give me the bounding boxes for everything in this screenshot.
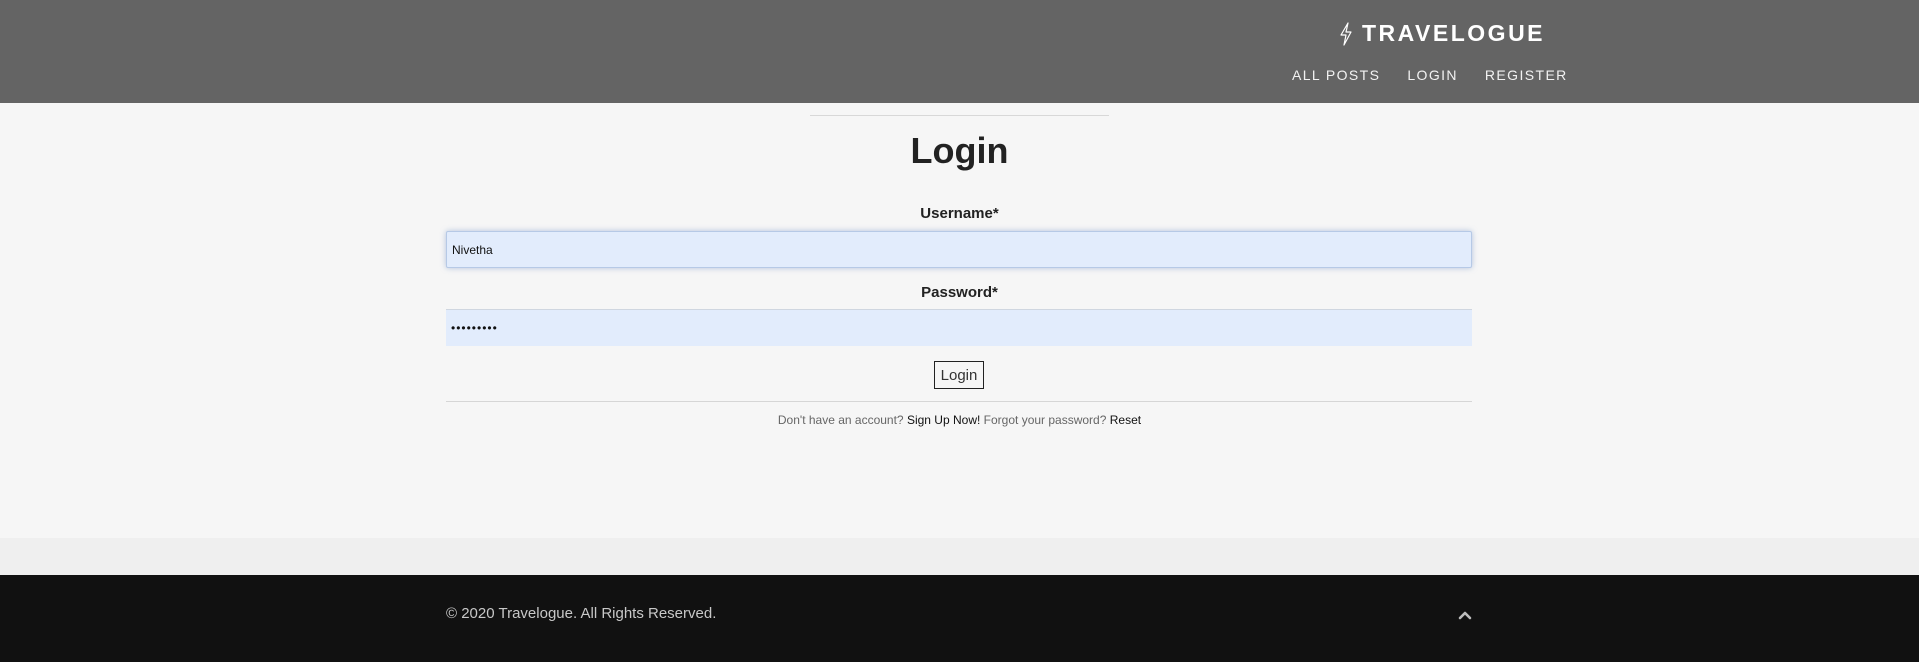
- reset-link[interactable]: Reset: [1110, 413, 1141, 427]
- signup-link[interactable]: Sign Up Now!: [907, 413, 980, 427]
- password-label: Password*: [921, 284, 998, 301]
- account-links: Don't have an account? Sign Up Now! Forg…: [0, 413, 1919, 427]
- divider: [810, 115, 1109, 116]
- site-header: TRAVELOGUE ALL POSTS LOGIN REGISTER: [0, 0, 1919, 103]
- forgot-password-text: Forgot your password?: [983, 413, 1107, 427]
- divider: [446, 401, 1472, 402]
- password-input[interactable]: [446, 309, 1472, 346]
- nav-login[interactable]: LOGIN: [1407, 67, 1458, 83]
- brand-logo[interactable]: TRAVELOGUE: [1338, 20, 1545, 47]
- no-account-text: Don't have an account?: [777, 413, 904, 427]
- lightning-bolt-icon: [1340, 21, 1352, 46]
- username-input[interactable]: [446, 231, 1472, 268]
- pre-footer-band: [0, 538, 1919, 575]
- nav-all-posts[interactable]: ALL POSTS: [1292, 67, 1380, 83]
- login-button[interactable]: Login: [934, 361, 984, 389]
- page-title: Login: [910, 130, 1009, 171]
- copyright-text: © 2020 Travelogue. All Rights Reserved.: [446, 605, 717, 622]
- nav-register[interactable]: REGISTER: [1485, 67, 1568, 83]
- brand-name: TRAVELOGUE: [1362, 20, 1546, 46]
- username-label: Username*: [920, 205, 999, 222]
- site-footer: © 2020 Travelogue. All Rights Reserved.: [0, 575, 1919, 662]
- chevron-up-icon[interactable]: [1453, 603, 1477, 627]
- main-nav: ALL POSTS LOGIN REGISTER: [1292, 67, 1568, 83]
